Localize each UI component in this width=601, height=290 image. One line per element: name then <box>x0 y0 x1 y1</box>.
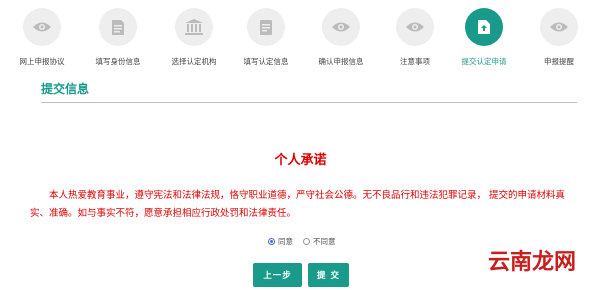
submit-icon <box>465 8 503 46</box>
agree-option[interactable]: 同意 <box>268 236 293 247</box>
step-notes: 注意事项 <box>378 8 452 67</box>
agree-label: 同意 <box>278 237 293 246</box>
step-label: 填写认定信息 <box>243 57 289 66</box>
eye-icon <box>322 8 360 46</box>
disagree-label: 不同意 <box>313 237 336 246</box>
section-title: 提交信息 <box>41 82 90 96</box>
progress-steps: 网上申报协议 填写身份信息 选择认定机构 填写认定信息 确认申报信息 注意事项 <box>0 0 601 90</box>
divider <box>41 102 577 103</box>
step-label: 申报提醒 <box>544 57 574 66</box>
disagree-option[interactable]: 不同意 <box>303 236 336 247</box>
step-label: 网上申报协议 <box>19 57 65 66</box>
step-label: 填写身份信息 <box>95 57 141 66</box>
previous-step-button[interactable]: 上一步 <box>253 263 302 287</box>
eye-icon <box>23 8 61 46</box>
eye-icon <box>396 8 434 46</box>
step-agreement: 网上申报协议 <box>5 8 79 67</box>
promise-title: 个人承诺 <box>274 153 327 168</box>
step-institution: 选择认定机构 <box>157 8 231 67</box>
promise-text: 本人热爱教育事业，遵守宪法和法律法规，恪守职业道德，严守社会公德。无不良品行和违… <box>30 190 566 219</box>
step-confirm: 确认申报信息 <box>304 8 378 67</box>
step-label: 确认申报信息 <box>318 57 364 66</box>
document-icon <box>99 8 137 46</box>
step-identity: 填写身份信息 <box>81 8 155 67</box>
agree-radio[interactable] <box>268 238 275 245</box>
step-label: 选择认定机构 <box>171 57 217 66</box>
step-reminder: 申报提醒 <box>522 8 596 67</box>
step-label: 注意事项 <box>400 57 430 66</box>
disagree-radio[interactable] <box>303 238 310 245</box>
institution-icon <box>175 8 213 46</box>
step-label: 提交认定申请 <box>461 57 507 66</box>
watermark-logo: 云南龙网 <box>488 250 577 275</box>
form-icon <box>247 8 285 46</box>
step-cert-info: 填写认定信息 <box>229 8 303 67</box>
submit-button[interactable]: 提 交 <box>308 263 349 287</box>
step-submit: 提交认定申请 <box>447 8 521 67</box>
agreement-options: 同意 不同意 <box>268 236 346 247</box>
eye-icon <box>540 8 578 46</box>
